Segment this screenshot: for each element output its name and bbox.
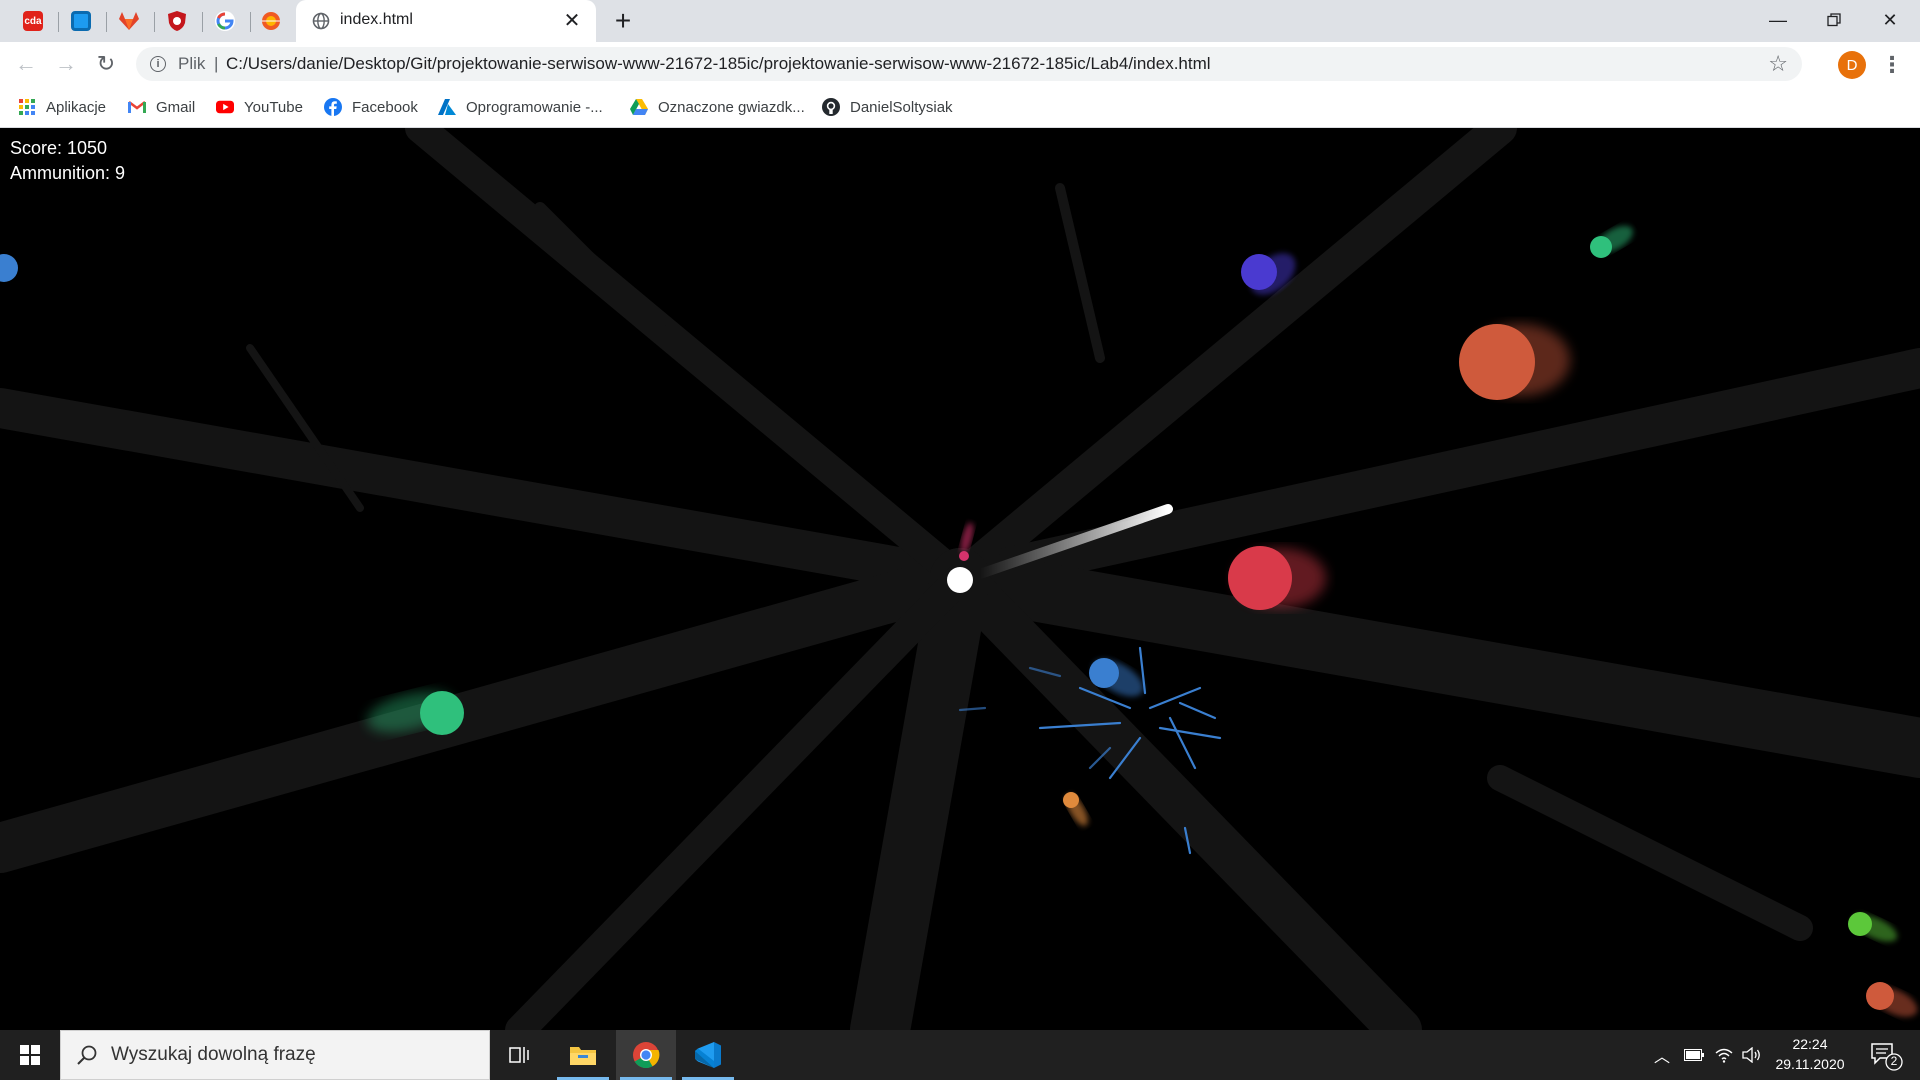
bookmark-youtube[interactable]: YouTube <box>216 94 303 120</box>
github-icon <box>822 98 840 116</box>
bookmarks-bar: Aplikacje Gmail YouTube Facebook Oprogra… <box>0 86 1920 128</box>
taskbar-vscode[interactable] <box>678 1030 738 1080</box>
notification-icon <box>1871 1043 1903 1071</box>
forward-button[interactable]: → <box>50 48 82 80</box>
minimize-window-button[interactable]: — <box>1750 0 1806 40</box>
bookmark-label: Gmail <box>156 98 196 116</box>
gitlab-icon <box>119 12 139 30</box>
search-placeholder: Wyszukaj dowolną frazę <box>111 1044 316 1065</box>
tab-title: index.html <box>340 11 413 28</box>
info-icon[interactable]: i <box>150 56 166 72</box>
ammunition-display: Ammunition: 9 <box>10 163 126 183</box>
pinned-tab-cda[interactable]: cda <box>10 4 56 38</box>
close-window-button[interactable]: ✕ <box>1862 0 1918 40</box>
url-divider: | <box>214 54 219 73</box>
bookmark-danielsoltysiak[interactable]: DanielSoltysiak <box>822 94 953 120</box>
bookmark-label: Oznaczone gwiazdk... <box>658 98 805 116</box>
tab-strip: cda index.html ✕ + — ✕ <box>0 0 1920 42</box>
bookmark-aplikacje[interactable]: Aplikacje <box>18 94 106 120</box>
enemy-green-small <box>1590 225 1634 258</box>
pinned-tab-shield[interactable] <box>154 4 200 38</box>
bookmark-oprogramowanie[interactable]: Oprogramowanie -... <box>438 94 603 120</box>
chevron-up-icon: ︿ <box>1653 1049 1670 1066</box>
enemy-blue-edge <box>0 254 18 282</box>
profile-avatar[interactable]: D <box>1838 51 1866 79</box>
battery-indicator[interactable] <box>1680 1030 1708 1080</box>
player <box>947 567 973 593</box>
file-explorer-icon <box>570 1047 596 1065</box>
clock-date: 29.11.2020 <box>1775 1056 1845 1072</box>
battery-icon <box>1684 1049 1704 1061</box>
address-bar[interactable]: i Plik | C:/Users/danie/Desktop/Git/proj… <box>136 47 1802 81</box>
clock-time: 22:24 <box>1792 1036 1828 1052</box>
pinned-tab-orange[interactable] <box>248 4 294 38</box>
bookmark-label: Oprogramowanie -... <box>466 98 603 116</box>
browser-menu-icon[interactable]: ⋮ <box>1881 50 1903 80</box>
enemy-orange-corner <box>1866 982 1918 1017</box>
game-scene <box>0 128 1920 1030</box>
taskbar-file-explorer[interactable] <box>553 1030 613 1080</box>
bookmark-gmail[interactable]: Gmail <box>128 94 195 120</box>
notification-count-badge: 2 <box>1890 1054 1898 1068</box>
gmail-icon <box>128 98 146 116</box>
chrome-icon <box>633 1042 660 1069</box>
taskbar-search-box[interactable]: Wyszukaj dowolną frazę <box>60 1030 490 1080</box>
show-hidden-icons-button[interactable]: ︿ <box>1650 1030 1674 1080</box>
enemy-red <box>1228 546 1326 610</box>
drive-icon <box>630 98 648 116</box>
start-button[interactable] <box>0 1030 60 1080</box>
reload-icon: ↻ <box>96 51 116 76</box>
orange-globe-icon <box>262 12 280 30</box>
vscode-icon <box>695 1042 721 1068</box>
windows-taskbar: Wyszukaj dowolną frazę ︿ 22:24 29.11.202… <box>0 1030 1920 1080</box>
forward-arrow-icon: → <box>55 51 77 76</box>
globe-icon <box>312 12 330 30</box>
azure-icon <box>438 98 456 116</box>
back-button[interactable]: ← <box>10 48 42 80</box>
close-tab-icon[interactable]: ✕ <box>560 8 584 32</box>
tab-index-html[interactable]: index.html ✕ <box>296 0 596 42</box>
speaker-icon <box>1742 1047 1760 1063</box>
pinned-tab-gitlab[interactable] <box>106 4 152 38</box>
bookmark-label: Facebook <box>352 98 418 116</box>
enemy-orange-small <box>1063 792 1088 826</box>
search-icon <box>77 1045 97 1065</box>
enemy-lime <box>1848 912 1898 942</box>
reload-button[interactable]: ↻ <box>90 48 122 80</box>
network-indicator[interactable] <box>1710 1030 1738 1080</box>
browser-toolbar: ← → ↻ i Plik | C:/Users/danie/Desktop/Gi… <box>0 42 1920 86</box>
apps-grid-icon <box>18 98 36 116</box>
restore-window-button[interactable] <box>1806 0 1862 40</box>
score-display: Score: 1050 <box>10 138 108 158</box>
new-tab-button[interactable]: + <box>608 5 638 36</box>
restore-icon <box>1827 13 1841 27</box>
bookmark-label: Aplikacje <box>46 98 107 116</box>
windows-logo-icon <box>20 1045 40 1065</box>
game-canvas[interactable]: Score: 1050 Ammunition: 9 <box>0 128 1920 1030</box>
taskbar-chrome[interactable] <box>616 1030 676 1080</box>
enemy-orange-large <box>1459 324 1570 400</box>
google-icon <box>215 11 235 31</box>
pinned-tab-google[interactable] <box>202 4 248 38</box>
youtube-icon <box>216 98 234 116</box>
bookmark-label: YouTube <box>244 98 303 116</box>
screen-icon <box>71 11 91 31</box>
bookmark-oznaczone[interactable]: Oznaczone gwiazdk... <box>630 94 805 120</box>
cda-icon: cda <box>23 11 43 31</box>
task-view-icon <box>509 1047 529 1063</box>
url-text[interactable]: C:/Users/danie/Desktop/Git/projektowanie… <box>226 54 1211 74</box>
url-scheme-label: Plik <box>178 54 206 73</box>
back-arrow-icon: ← <box>15 51 37 76</box>
system-clock[interactable]: 22:24 29.11.2020 <box>1760 1034 1860 1074</box>
bookmark-facebook[interactable]: Facebook <box>324 94 418 120</box>
action-center-button[interactable]: 2 <box>1866 1038 1906 1074</box>
shield-icon <box>168 11 186 31</box>
facebook-icon <box>324 98 342 116</box>
pinned-tab-screen[interactable] <box>58 4 104 38</box>
bookmark-star-icon[interactable]: ☆ <box>1768 51 1788 77</box>
wifi-icon <box>1715 1048 1733 1063</box>
bookmark-label: DanielSoltysiak <box>850 98 953 116</box>
task-view-button[interactable] <box>490 1030 550 1080</box>
